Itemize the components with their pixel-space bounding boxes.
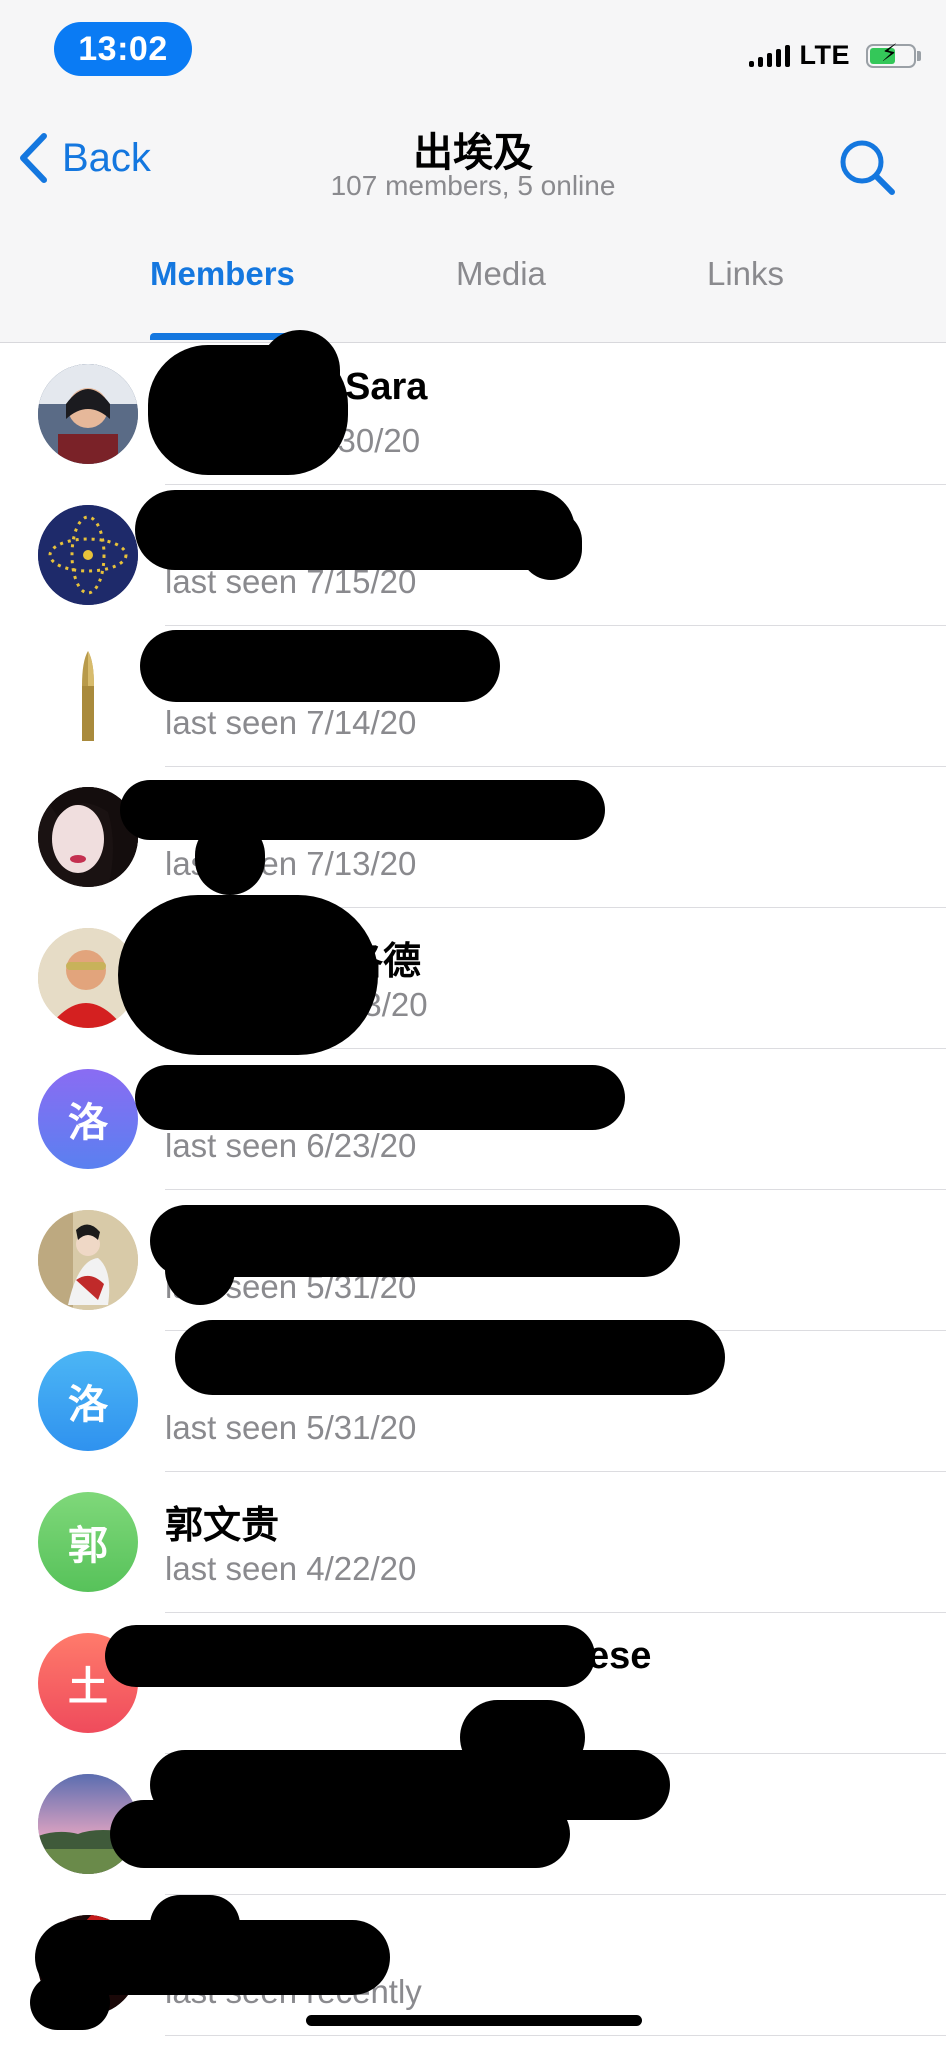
status-indicators: LTE ⚡: [748, 40, 921, 71]
signal-icon: [748, 44, 790, 67]
avatar: [38, 646, 138, 746]
member-name: Sara: [345, 366, 428, 408]
avatar: 洛: [38, 1069, 138, 1169]
status-time: 13:02: [54, 22, 192, 76]
header: 13:02 LTE ⚡ Back 出埃及 107 members, 5 onli…: [0, 0, 946, 343]
network-label: LTE: [799, 40, 850, 70]
search-icon[interactable]: [838, 138, 896, 196]
avatar: [38, 505, 138, 605]
member-status: last seen 6/23/20: [165, 1127, 417, 1164]
tab-bar: Members Media Links: [0, 255, 946, 342]
tab-media[interactable]: Media: [456, 255, 546, 293]
avatar: 郭: [38, 1492, 138, 1592]
battery-icon: ⚡: [866, 41, 921, 68]
avatar: [38, 1210, 138, 1310]
member-row[interactable]: Sara 7/30/20: [0, 344, 946, 485]
member-status: last seen 4/22/20: [165, 1550, 417, 1587]
home-indicator[interactable]: [306, 2015, 642, 2026]
member-status: last seen 7/14/20: [165, 704, 417, 741]
member-count: 107 members, 5 online: [330, 170, 616, 201]
member-row[interactable]: 郭 郭文贵 last seen 4/22/20: [0, 1472, 946, 1613]
member-status: last seen 5/31/20: [165, 1409, 417, 1446]
member-name: ese: [588, 1635, 652, 1677]
divider: [165, 2035, 946, 2036]
avatar: [38, 364, 138, 464]
tab-links[interactable]: Links: [707, 255, 784, 293]
tab-members[interactable]: Members: [150, 255, 295, 293]
avatar: 洛: [38, 1351, 138, 1451]
member-name: 郭文贵: [165, 1505, 280, 1547]
